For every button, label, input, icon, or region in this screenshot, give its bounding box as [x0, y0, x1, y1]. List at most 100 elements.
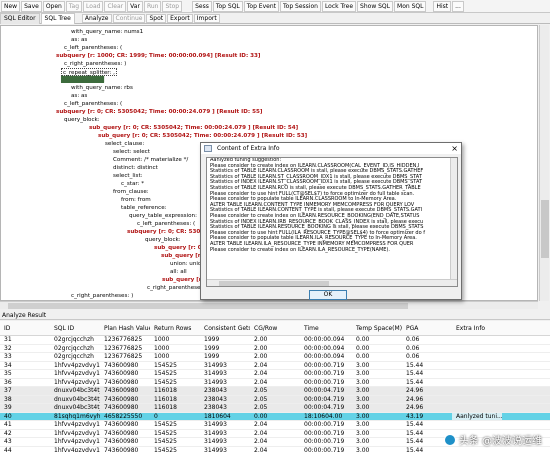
- toolbar-button-show-sql[interactable]: Show SQL: [357, 0, 394, 12]
- table-row[interactable]: 44 1hfvv4pzvdvy1r 743600980 154525 314993 2.0…: [0, 447, 550, 452]
- column-header[interactable]: Extra Info: [452, 321, 502, 335]
- tree-horizontal-scrollbar[interactable]: [0, 301, 538, 309]
- column-header[interactable]: Plan Hash Value: [100, 321, 150, 335]
- tab-sql-editor[interactable]: SQL Editor: [0, 13, 40, 24]
- dialog-vertical-scrollbar[interactable]: [450, 158, 457, 281]
- tree-node[interactable]: ██████████: [61, 76, 105, 84]
- toolbar-button-lock-tree[interactable]: Lock Tree: [321, 0, 357, 12]
- table-cell: 2.04: [254, 370, 268, 377]
- toolbar-button-sess[interactable]: Sess: [192, 0, 212, 12]
- table-cell: 1hfvv4pzvdvy1r: [54, 370, 100, 377]
- table-row[interactable]: 39 dnuxv04bc3t4tj 743600980 116018 238043 2.0…: [0, 404, 550, 413]
- tree-node[interactable]: select_list:: [113, 172, 143, 180]
- column-header[interactable]: SQL ID: [50, 321, 100, 335]
- tree-node[interactable]: from: from: [121, 196, 151, 204]
- tree-node[interactable]: sub_query [r: 0;: [154, 244, 204, 252]
- toolbar-button-new[interactable]: New: [1, 0, 21, 12]
- tree-node[interactable]: as: as: [71, 36, 87, 44]
- tree-node[interactable]: select: select: [113, 148, 150, 156]
- table-cell: 116018: [154, 395, 177, 403]
- tree-node[interactable]: query_block:: [145, 236, 181, 244]
- tree-node[interactable]: Comment: /* materialize */: [113, 156, 188, 164]
- table-row[interactable]: 41 1hfvv4pzvdvy1r 743600980 154525 314993 2.0…: [0, 421, 550, 430]
- toolbar-button-var[interactable]: Var: [127, 0, 143, 12]
- subtoolbar-button-continue[interactable]: Continue: [112, 13, 146, 23]
- toolbar-button-load[interactable]: Load: [83, 0, 104, 12]
- toolbar-button-top-event[interactable]: Top Event: [243, 0, 279, 12]
- subtoolbar-button-analyze[interactable]: Analyze: [81, 13, 112, 23]
- tree-node[interactable]: query_table_expression:: [129, 212, 197, 220]
- table-row[interactable]: 35 1hfvv4pzvdvy1r 743600980 154525 314993 2.0…: [0, 370, 550, 379]
- tree-node[interactable]: query_block:: [64, 116, 100, 124]
- table-cell: [452, 370, 502, 378]
- tree-node[interactable]: with_query_name: nums1: [71, 28, 143, 36]
- tree-node[interactable]: c_repeat_splitter: ,: [61, 68, 117, 76]
- close-icon[interactable]: ×: [451, 143, 458, 154]
- scroll-thumb[interactable]: [8, 303, 408, 309]
- highlighted-node[interactable]: ██████████: [61, 77, 105, 83]
- table-cell: 154525: [154, 421, 177, 428]
- table-row[interactable]: 31 02grcjqcchzh 1236776825 1000 1999 2.00 00:0…: [0, 336, 550, 345]
- table-row[interactable]: 37 dnuxv04bc3t4tj 743600980 116018 238043 2.0…: [0, 387, 550, 396]
- tree-node[interactable]: c_right_parentheses: ): [64, 60, 126, 68]
- column-header[interactable]: CG/Row: [250, 321, 300, 335]
- tree-node[interactable]: c_right_parentheses: ): [71, 292, 133, 300]
- tree-node[interactable]: sub_query [r:: [161, 252, 203, 260]
- tree-node[interactable]: c_left_parentheses: (: [64, 44, 122, 52]
- table-row[interactable]: 38 dnuxv04bc3t4tj 743600980 116018 238043 2.0…: [0, 395, 550, 404]
- tree-node[interactable]: subquery [r: 0; CR: 5305042; Time: 00:00…: [56, 108, 262, 116]
- column-header[interactable]: Consistent Gets: [200, 321, 250, 335]
- subtoolbar-button-export[interactable]: Export: [167, 13, 193, 23]
- subtoolbar-button-spot[interactable]: Spot: [146, 13, 167, 23]
- table-cell: 02grcjqcchzh: [54, 344, 94, 352]
- tree-node[interactable]: sub_query [r: 0; CR: 5305042; Time: 00:0…: [98, 132, 307, 140]
- tree-node[interactable]: subquery [r: 1000; CR: 1999; Time: 00:00…: [56, 52, 260, 60]
- table-row[interactable]: 33 02grcjqcchzh 1236776825 1000 1999 2.00 00:0…: [0, 353, 550, 362]
- toolbar-button-save[interactable]: Save: [21, 0, 42, 12]
- column-header[interactable]: Return Rows: [150, 321, 200, 335]
- toolbar-button--[interactable]: ...: [452, 0, 464, 12]
- toolbar-button-mon-sql[interactable]: Mon SQL: [394, 0, 427, 12]
- tree-node[interactable]: table_reference:: [121, 204, 167, 212]
- table-row[interactable]: 32 02grcjqcchzh 1236776825 1000 1999 2.00 00:0…: [0, 344, 550, 353]
- extra-info-text[interactable]: Aanlyzed tuning suggestion: Please consid…: [206, 157, 458, 287]
- toolbar-button-top-sql[interactable]: Top SQL: [212, 0, 243, 12]
- toolbar-button-tag[interactable]: Tag: [65, 0, 83, 12]
- table-cell: [452, 387, 502, 395]
- tree-node[interactable]: select_clause:: [105, 140, 144, 148]
- tree-node[interactable]: sub_query [r:: [162, 276, 204, 284]
- subtoolbar-button-import[interactable]: Import: [193, 13, 220, 23]
- tree-node[interactable]: c_left_parentheses: (: [137, 220, 195, 228]
- table-row[interactable]: 36 1hfvv4pzvdvy1r 743600980 154525 314993 2.0…: [0, 378, 550, 387]
- column-header[interactable]: ID: [0, 321, 50, 335]
- main-toolbar: New Save Open Tag Load Clear Var Run Stop Sess Top…: [0, 0, 550, 13]
- tree-node[interactable]: subquery [r: 0; CR: 530: [127, 228, 200, 236]
- table-row[interactable]: 40 81sqhq1m6vyh6 4658225550 0 1810604 0.00 18:…: [0, 412, 550, 421]
- toolbar-button-top-session[interactable]: Top Session: [280, 0, 321, 12]
- toolbar-button-run[interactable]: Run: [143, 0, 162, 12]
- scroll-thumb[interactable]: [541, 200, 549, 258]
- toolbar-button-open[interactable]: Open: [42, 0, 65, 12]
- toolbar-button-hist[interactable]: Hist: [433, 0, 452, 12]
- column-header[interactable]: Temp Space(M): [352, 321, 402, 335]
- tree-node[interactable]: all: all: [170, 268, 187, 276]
- toolbar-button-clear[interactable]: Clear: [104, 0, 127, 12]
- tree-vertical-scrollbar[interactable]: [539, 25, 549, 301]
- tree-node[interactable]: c_star: *: [121, 180, 144, 188]
- table-row[interactable]: 34 1hfvv4pzvdvy1r 743600980 154525 314993 2.0…: [0, 362, 550, 370]
- table-cell: 1hfvv4pzvdvy1r: [54, 378, 100, 386]
- tree-node[interactable]: sub_query [r: 0; CR: 5305042; Time: 00:0…: [89, 124, 298, 132]
- column-header[interactable]: Time: [300, 321, 352, 335]
- toolbar-button-stop[interactable]: Stop: [162, 0, 183, 12]
- column-header[interactable]: PGA: [402, 321, 452, 335]
- table-cell: 0.00: [356, 353, 370, 360]
- tree-node[interactable]: distinct: distinct: [113, 164, 158, 172]
- tree-node[interactable]: as: as: [71, 92, 87, 100]
- tree-node[interactable]: from_clause:: [113, 188, 149, 196]
- tree-node[interactable]: c_left_parentheses: (: [64, 100, 122, 108]
- tab-sql-tree[interactable]: SQL Tree: [40, 13, 75, 24]
- ok-button[interactable]: OK: [309, 290, 347, 300]
- dialog-horizontal-scrollbar[interactable]: [207, 279, 457, 286]
- scroll-thumb[interactable]: [219, 281, 329, 286]
- tree-node[interactable]: with_query_name: rbs: [71, 84, 133, 92]
